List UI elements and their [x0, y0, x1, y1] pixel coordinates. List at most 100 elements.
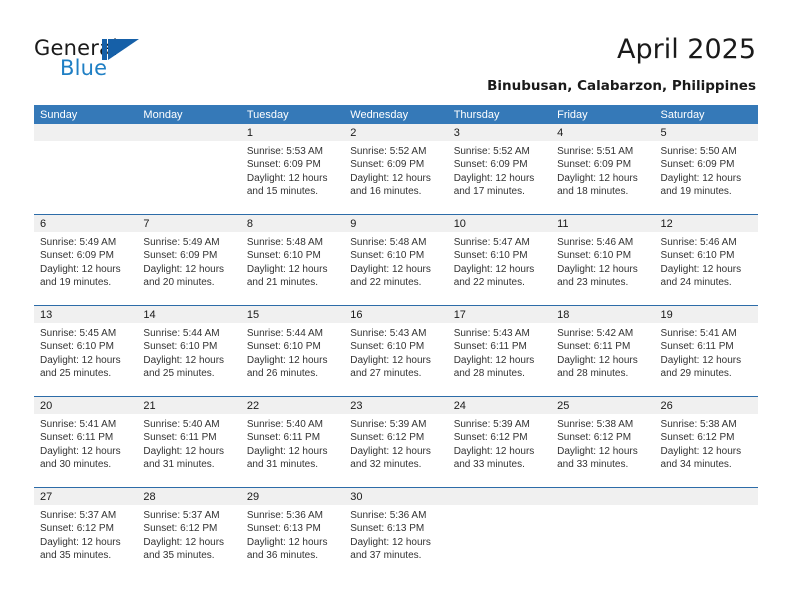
daylight-text-line2: and 16 minutes. — [350, 186, 422, 198]
calendar-week-row: 20 Sunrise: 5:41 AM Sunset: 6:11 PM Dayligh… — [34, 396, 758, 487]
calendar-day-cell[interactable]: 23 Sunrise: 5:39 AM Sunset: 6:12 PM Dayligh… — [344, 397, 448, 487]
calendar-day-cell[interactable]: 29 Sunrise: 5:36 AM Sunset: 6:13 PM Dayligh… — [240, 488, 345, 578]
daylight-text-line2: and 29 minutes. — [660, 368, 732, 380]
day-sun-info: Sunrise: 5:37 AM Sunset: 6:12 PM Daylight:… — [34, 505, 137, 563]
calendar-day-cell[interactable]: 16 Sunrise: 5:43 AM Sunset: 6:10 PM Dayligh… — [344, 306, 448, 396]
daylight-text-line2: and 19 minutes. — [660, 186, 732, 198]
daylight-text-line2: and 23 minutes. — [557, 277, 629, 289]
calendar-day-cell[interactable]: 25 Sunrise: 5:38 AM Sunset: 6:12 PM Dayligh… — [551, 397, 655, 487]
daylight-text-line2: and 28 minutes. — [453, 368, 525, 380]
calendar-day-cell[interactable]: 17 Sunrise: 5:43 AM Sunset: 6:11 PM Dayligh… — [447, 306, 552, 396]
daylight-text-line1: Daylight: 12 hours — [453, 354, 535, 366]
day-number-band — [447, 488, 552, 505]
day-sun-info: Sunrise: 5:45 AM Sunset: 6:10 PM Daylight:… — [34, 323, 137, 381]
calendar-day-cell[interactable]: 12 Sunrise: 5:46 AM Sunset: 6:10 PM Dayligh… — [654, 215, 758, 305]
calendar-day-cell[interactable]: 19 Sunrise: 5:41 AM Sunset: 6:11 PM Dayligh… — [654, 306, 758, 396]
sunrise-text: Sunrise: 5:36 AM — [246, 510, 323, 521]
daylight-text-line1: Daylight: 12 hours — [40, 536, 121, 548]
day-number-band: 15 — [240, 306, 345, 323]
calendar-day-cell[interactable]: 4 Sunrise: 5:51 AM Sunset: 6:09 PM Daylight… — [551, 124, 655, 214]
daylight-text-line2: and 24 minutes. — [660, 277, 732, 289]
day-number: 18 — [557, 309, 570, 321]
daylight-text-line1: Daylight: 12 hours — [40, 445, 121, 457]
sunrise-text: Sunrise: 5:37 AM — [40, 510, 117, 521]
daylight-text-line1: Daylight: 12 hours — [246, 445, 328, 457]
calendar-day-cell[interactable]: 28 Sunrise: 5:37 AM Sunset: 6:12 PM Dayligh… — [137, 488, 241, 578]
sunset-text: Sunset: 6:11 PM — [143, 432, 217, 444]
calendar-day-cell[interactable]: 3 Sunrise: 5:52 AM Sunset: 6:09 PM Daylight… — [447, 124, 552, 214]
day-number-band: 7 — [137, 215, 241, 232]
general-blue-logo[interactable]: General Blue — [34, 36, 164, 84]
calendar-day-cell[interactable]: 6 Sunrise: 5:49 AM Sunset: 6:09 PM Daylight… — [34, 215, 138, 305]
daylight-text-line1: Daylight: 12 hours — [143, 536, 225, 548]
calendar-day-cell[interactable]: 20 Sunrise: 5:41 AM Sunset: 6:11 PM Dayligh… — [34, 397, 138, 487]
day-number — [448, 488, 551, 490]
day-number-band: 3 — [447, 124, 552, 141]
day-number: 20 — [40, 400, 53, 412]
calendar-day-cell[interactable]: 11 Sunrise: 5:46 AM Sunset: 6:10 PM Dayligh… — [551, 215, 655, 305]
sunrise-text: Sunrise: 5:52 AM — [350, 146, 427, 157]
day-number: 28 — [143, 491, 156, 503]
daylight-text-line2: and 21 minutes. — [246, 277, 319, 289]
sunset-text: Sunset: 6:09 PM — [660, 159, 735, 171]
sunset-text: Sunset: 6:11 PM — [453, 341, 527, 353]
sunrise-text: Sunrise: 5:48 AM — [350, 237, 427, 248]
calendar-weeks: 1 Sunrise: 5:53 AM Sunset: 6:09 PM Daylight… — [34, 124, 758, 578]
day-sun-info: Sunrise: 5:44 AM Sunset: 6:10 PM Daylight:… — [241, 323, 344, 381]
calendar-day-cell[interactable]: 13 Sunrise: 5:45 AM Sunset: 6:10 PM Dayligh… — [34, 306, 138, 396]
calendar-day-cell[interactable]: 10 Sunrise: 5:47 AM Sunset: 6:10 PM Dayligh… — [447, 215, 552, 305]
calendar-day-cell[interactable]: 30 Sunrise: 5:36 AM Sunset: 6:13 PM Dayligh… — [344, 488, 448, 578]
day-number: 9 — [350, 218, 357, 230]
calendar-day-cell[interactable]: 8 Sunrise: 5:48 AM Sunset: 6:10 PM Daylight… — [240, 215, 345, 305]
calendar-day-cell[interactable]: 2 Sunrise: 5:52 AM Sunset: 6:09 PM Daylight… — [344, 124, 448, 214]
day-sun-info: Sunrise: 5:53 AM Sunset: 6:09 PM Daylight:… — [241, 141, 344, 199]
daylight-text-line1: Daylight: 12 hours — [350, 536, 431, 548]
calendar-day-cell[interactable]: 24 Sunrise: 5:39 AM Sunset: 6:12 PM Dayligh… — [447, 397, 552, 487]
sunset-text: Sunset: 6:09 PM — [40, 250, 114, 262]
day-number-band: 28 — [137, 488, 241, 505]
calendar-day-cell[interactable]: 18 Sunrise: 5:42 AM Sunset: 6:11 PM Dayligh… — [551, 306, 655, 396]
calendar-day-cell[interactable]: 21 Sunrise: 5:40 AM Sunset: 6:11 PM Dayligh… — [137, 397, 241, 487]
daylight-text-line2: and 33 minutes. — [453, 459, 525, 471]
weekday-header-sunday: Sunday — [40, 109, 78, 121]
sunrise-text: Sunrise: 5:37 AM — [143, 510, 220, 521]
calendar-day-cell[interactable]: 14 Sunrise: 5:44 AM Sunset: 6:10 PM Dayligh… — [137, 306, 241, 396]
day-number — [137, 124, 240, 126]
logo-text-blue: Blue — [60, 56, 108, 80]
sunrise-text: Sunrise: 5:38 AM — [660, 419, 737, 430]
calendar-day-cell[interactable]: 26 Sunrise: 5:38 AM Sunset: 6:12 PM Dayligh… — [654, 397, 758, 487]
daylight-text-line1: Daylight: 12 hours — [143, 445, 225, 457]
day-number: 3 — [453, 127, 460, 139]
day-sun-info: Sunrise: 5:46 AM Sunset: 6:10 PM Daylight:… — [655, 232, 758, 290]
calendar-day-cell[interactable]: 22 Sunrise: 5:40 AM Sunset: 6:11 PM Dayligh… — [240, 397, 345, 487]
daylight-text-line1: Daylight: 12 hours — [453, 172, 535, 184]
day-sun-info: Sunrise: 5:42 AM Sunset: 6:11 PM Daylight:… — [551, 323, 654, 381]
sunset-text: Sunset: 6:10 PM — [453, 250, 528, 262]
sunset-text: Sunset: 6:11 PM — [246, 432, 321, 444]
day-number: 12 — [660, 218, 673, 230]
calendar-day-cell[interactable]: 9 Sunrise: 5:48 AM Sunset: 6:10 PM Daylight… — [344, 215, 448, 305]
day-sun-info: Sunrise: 5:38 AM Sunset: 6:12 PM Daylight:… — [551, 414, 654, 472]
sunrise-text: Sunrise: 5:40 AM — [143, 419, 220, 430]
calendar-day-cell[interactable]: 15 Sunrise: 5:44 AM Sunset: 6:10 PM Dayligh… — [240, 306, 345, 396]
sunset-text: Sunset: 6:12 PM — [453, 432, 528, 444]
sunrise-text: Sunrise: 5:44 AM — [143, 328, 220, 339]
day-number-band: 9 — [344, 215, 448, 232]
day-sun-info: Sunrise: 5:41 AM Sunset: 6:11 PM Daylight:… — [655, 323, 758, 381]
day-number-band: 2 — [344, 124, 448, 141]
sunrise-text: Sunrise: 5:38 AM — [557, 419, 634, 430]
calendar-day-cell[interactable]: 1 Sunrise: 5:53 AM Sunset: 6:09 PM Daylight… — [240, 124, 345, 214]
weekday-header-monday: Monday — [143, 109, 183, 121]
calendar-day-cell[interactable]: 5 Sunrise: 5:50 AM Sunset: 6:09 PM Daylight… — [654, 124, 758, 214]
day-number: 5 — [660, 127, 667, 139]
day-number-band: 29 — [240, 488, 345, 505]
sunset-text: Sunset: 6:12 PM — [350, 432, 425, 444]
sunset-text: Sunset: 6:09 PM — [557, 159, 632, 171]
calendar-day-cell[interactable]: 7 Sunrise: 5:49 AM Sunset: 6:09 PM Daylight… — [137, 215, 241, 305]
sunset-text: Sunset: 6:12 PM — [557, 432, 632, 444]
calendar-day-cell[interactable]: 27 Sunrise: 5:37 AM Sunset: 6:12 PM Dayligh… — [34, 488, 138, 578]
sunset-text: Sunset: 6:11 PM — [557, 341, 631, 353]
day-number-band: 4 — [551, 124, 655, 141]
sunrise-text: Sunrise: 5:39 AM — [453, 419, 530, 430]
day-number-band: 17 — [447, 306, 552, 323]
